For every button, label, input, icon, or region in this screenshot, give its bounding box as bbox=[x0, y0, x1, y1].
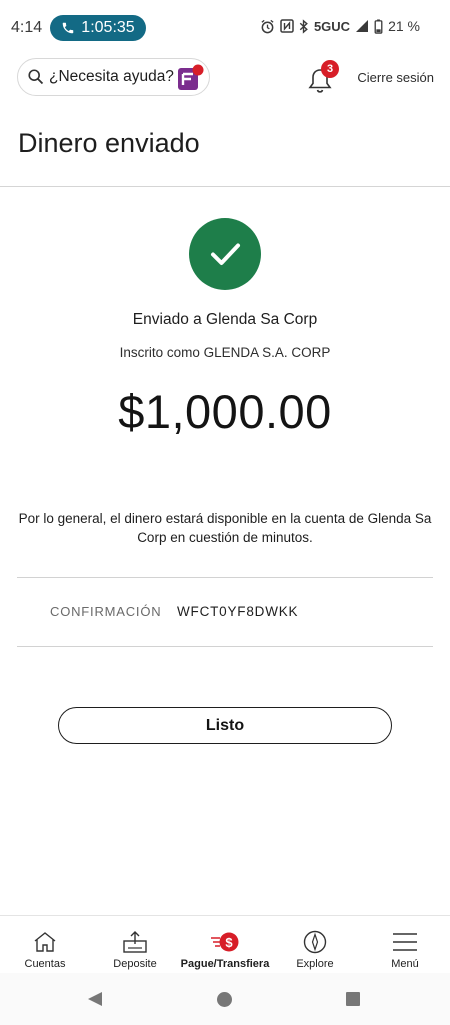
app-header: ¿Necesita ayuda? 3 Cierre sesión bbox=[0, 56, 450, 100]
nav-label: Deposite bbox=[113, 958, 157, 970]
nav-label: Cuentas bbox=[24, 958, 66, 970]
nav-label: Pague/Transfiera bbox=[180, 958, 270, 970]
status-time: 4:14 bbox=[11, 19, 43, 36]
nav-item-deposit[interactable]: Deposite bbox=[90, 916, 180, 973]
battery-level: 21 % bbox=[388, 18, 420, 34]
nav-item-pay-transfer[interactable]: $ Pague/Transfiera bbox=[180, 916, 270, 973]
success-check-icon bbox=[189, 218, 261, 290]
divider bbox=[0, 186, 450, 187]
hamburger-menu-icon bbox=[393, 933, 417, 951]
home-circle-icon[interactable] bbox=[217, 992, 232, 1007]
bluetooth-icon bbox=[299, 18, 308, 34]
nfc-icon bbox=[280, 19, 294, 33]
alarm-icon bbox=[261, 19, 274, 33]
amount-sent: $1,000.00 bbox=[118, 385, 332, 438]
phone-icon bbox=[63, 22, 74, 34]
signout-link[interactable]: Cierre sesión bbox=[357, 70, 434, 85]
svg-text:$: $ bbox=[225, 935, 233, 950]
ongoing-call-pill[interactable]: 1:05:35 bbox=[50, 15, 146, 41]
registered-as-text: Inscrito como GLENDA S.A. CORP bbox=[119, 345, 331, 360]
done-button[interactable]: Listo bbox=[58, 707, 392, 744]
nav-item-accounts[interactable]: Cuentas bbox=[0, 916, 90, 973]
confirmation-code: WFCT0YF8DWKK bbox=[177, 604, 299, 619]
sent-to-text: Enviado a Glenda Sa Corp bbox=[132, 311, 318, 328]
divider bbox=[17, 646, 433, 647]
help-search-label: ¿Necesita ayuda? bbox=[49, 68, 174, 85]
notification-count-badge: 3 bbox=[321, 60, 339, 78]
battery-icon bbox=[374, 18, 383, 34]
divider bbox=[17, 577, 433, 578]
nav-label: Menú bbox=[391, 958, 419, 970]
fargo-assistant-icon bbox=[178, 64, 204, 90]
help-search-button[interactable]: ¿Necesita ayuda? bbox=[17, 58, 210, 96]
back-triangle-icon[interactable] bbox=[87, 991, 103, 1007]
status-bar: 4:14 1:05:35 5GUC 21 % bbox=[0, 0, 450, 56]
recent-apps-square-icon[interactable] bbox=[346, 992, 360, 1006]
compass-icon bbox=[303, 930, 327, 954]
status-icons: 5GUC 21 % bbox=[260, 18, 420, 34]
signal-icon bbox=[356, 20, 369, 32]
nav-label: Explore bbox=[296, 958, 334, 970]
page-title: Dinero enviado bbox=[18, 128, 200, 158]
network-type: 5GUC bbox=[313, 18, 351, 34]
pay-transfer-icon: $ bbox=[211, 932, 239, 952]
deposit-icon bbox=[123, 931, 147, 953]
nav-item-explore[interactable]: Explore bbox=[270, 916, 360, 973]
notifications-button[interactable]: 3 bbox=[307, 60, 343, 94]
confirmation-label: CONFIRMACIÓN bbox=[50, 604, 162, 619]
system-nav-bar bbox=[0, 973, 450, 1025]
call-timer: 1:05:35 bbox=[81, 19, 135, 36]
search-icon bbox=[28, 69, 44, 85]
availability-note: Por lo general, el dinero estará disponi… bbox=[18, 511, 432, 545]
nav-item-menu[interactable]: Menú bbox=[360, 916, 450, 973]
home-icon bbox=[34, 932, 56, 952]
bottom-nav: Cuentas Deposite $ Pague/Transfiera Expl… bbox=[0, 915, 450, 973]
